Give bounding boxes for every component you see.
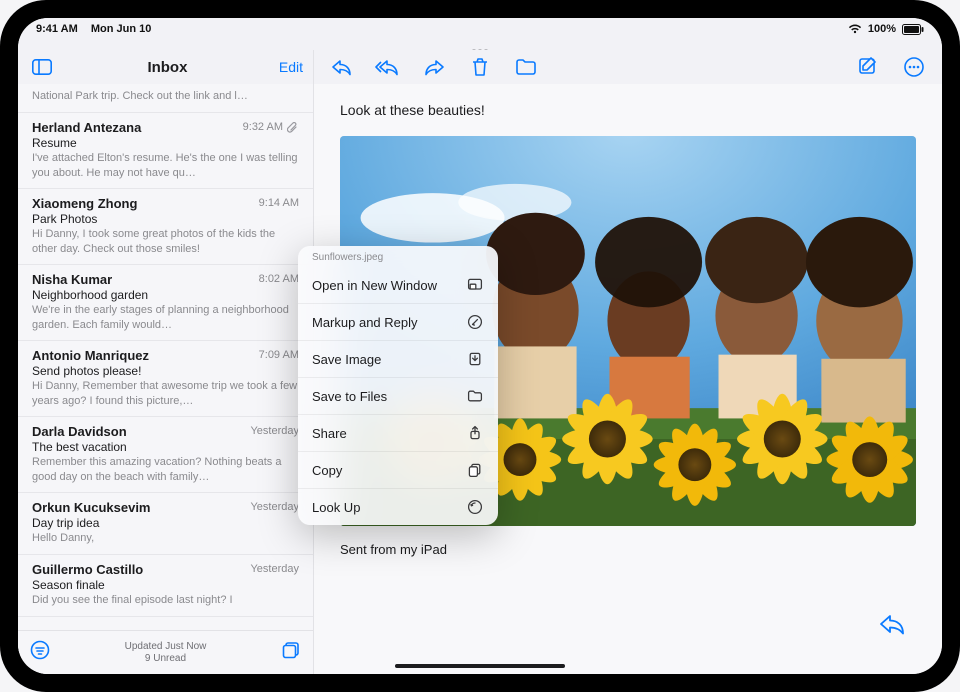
sidebar-toggle-button[interactable] xyxy=(28,53,56,81)
mail-time: Yesterday xyxy=(250,501,299,513)
mail-sender: Nisha Kumar xyxy=(32,272,112,287)
mail-item[interactable]: Xiaomeng Zhong 9:14 AM Park Photos Hi Da… xyxy=(18,189,313,265)
mail-subject: Resume xyxy=(32,136,299,150)
status-date: Mon Jun 10 xyxy=(91,23,152,35)
more-button[interactable] xyxy=(900,53,928,81)
wifi-icon xyxy=(848,24,862,34)
reply-all-button[interactable] xyxy=(374,53,402,81)
mail-time: 9:32 AM xyxy=(243,121,283,133)
lookup-icon xyxy=(466,498,484,516)
edit-button[interactable]: Edit xyxy=(279,59,303,75)
mail-item[interactable]: Antonio Manriquez 7:09 AM Send photos pl… xyxy=(18,341,313,417)
footer-unread: 9 Unread xyxy=(50,653,281,665)
mail-preview: Remember this amazing vacation? Nothing … xyxy=(32,455,299,484)
move-button[interactable] xyxy=(512,53,540,81)
compose-button[interactable] xyxy=(854,53,882,81)
mail-sender: Orkun Kucuksevim xyxy=(32,500,151,515)
sidebar-header: Inbox Edit xyxy=(18,50,313,84)
mail-preview: Did you see the final episode last night… xyxy=(32,593,299,608)
mail-preview: Hi Danny, I took some great photos of th… xyxy=(32,227,299,256)
context-menu-title: Sunflowers.jpeg xyxy=(298,246,498,267)
mail-list[interactable]: National Park trip. Check out the link a… xyxy=(18,84,313,630)
mail-preview: Hi Danny, Remember that awesome trip we … xyxy=(32,379,299,408)
mail-subject: Send photos please! xyxy=(32,364,299,378)
context-menu-item[interactable]: Save Image xyxy=(298,340,498,377)
context-menu-item[interactable]: Markup and Reply xyxy=(298,303,498,340)
reply-button[interactable] xyxy=(328,53,356,81)
mail-time: Yesterday xyxy=(250,425,299,437)
mail-snippet-top[interactable]: National Park trip. Check out the link a… xyxy=(18,84,313,113)
status-bar: 9:41 AM Mon Jun 10 100% xyxy=(18,18,942,40)
context-menu-item[interactable]: Save to Files xyxy=(298,377,498,414)
window-icon xyxy=(466,276,484,294)
multitasking-grabber[interactable] xyxy=(18,40,942,50)
battery-percent: 100% xyxy=(868,23,896,35)
mail-item[interactable]: Darla Davidson Yesterday The best vacati… xyxy=(18,417,313,493)
mail-subject: Park Photos xyxy=(32,212,299,226)
context-menu-label: Save Image xyxy=(312,352,381,367)
message-signature: Sent from my iPad xyxy=(340,542,916,557)
footer-updated: Updated Just Now xyxy=(50,641,281,653)
inbox-sidebar: Inbox Edit National Park trip. Check out… xyxy=(18,50,314,674)
mail-time: 9:14 AM xyxy=(259,197,299,209)
mail-item[interactable]: Nisha Kumar 8:02 AM Neighborhood garden … xyxy=(18,265,313,341)
sidebar-footer: Updated Just Now 9 Unread xyxy=(18,630,313,674)
mail-item[interactable]: Orkun Kucuksevim Yesterday Day trip idea… xyxy=(18,493,313,555)
copy-icon xyxy=(466,461,484,479)
screen: 9:41 AM Mon Jun 10 100% xyxy=(18,18,942,674)
message-toolbar xyxy=(314,50,942,84)
ipad-frame: 9:41 AM Mon Jun 10 100% xyxy=(0,0,960,692)
home-indicator[interactable] xyxy=(395,664,565,668)
context-menu-item[interactable]: Copy xyxy=(298,451,498,488)
compose-stack-button[interactable] xyxy=(281,640,301,665)
mail-preview: We're in the early stages of planning a … xyxy=(32,303,299,332)
context-menu-item[interactable]: Share xyxy=(298,414,498,451)
mail-subject: Day trip idea xyxy=(32,516,299,530)
mail-time: 8:02 AM xyxy=(259,273,299,285)
context-menu-item[interactable]: Look Up xyxy=(298,488,498,525)
mail-preview: Hello Danny, xyxy=(32,531,299,546)
forward-button[interactable] xyxy=(420,53,448,81)
mail-time: Yesterday xyxy=(250,563,299,575)
message-body: Look at these beauties! xyxy=(340,102,916,118)
context-menu-label: Open in New Window xyxy=(312,278,437,293)
context-menu-label: Copy xyxy=(312,463,342,478)
trash-button[interactable] xyxy=(466,53,494,81)
save-icon xyxy=(466,350,484,368)
mail-item[interactable]: Herland Antezana 9:32 AM Resume I've att… xyxy=(18,113,313,189)
context-menu-label: Save to Files xyxy=(312,389,387,404)
mail-item[interactable]: Guillermo Castillo Yesterday Season fina… xyxy=(18,555,313,617)
mail-sender: Herland Antezana xyxy=(32,120,141,135)
attachment-context-menu: Sunflowers.jpeg Open in New Window Markup… xyxy=(298,246,498,525)
mail-sender: Guillermo Castillo xyxy=(32,562,143,577)
context-menu-item[interactable]: Open in New Window xyxy=(298,267,498,303)
sidebar-title: Inbox xyxy=(56,59,279,76)
battery-icon xyxy=(902,24,924,35)
filter-button[interactable] xyxy=(30,640,50,665)
mail-subject: Neighborhood garden xyxy=(32,288,299,302)
context-menu-label: Markup and Reply xyxy=(312,315,418,330)
status-time: 9:41 AM xyxy=(36,23,78,35)
mail-preview: I've attached Elton's resume. He's the o… xyxy=(32,151,299,180)
context-menu-label: Share xyxy=(312,426,347,441)
mail-time: 7:09 AM xyxy=(259,349,299,361)
paperclip-icon xyxy=(287,121,299,133)
markup-icon xyxy=(466,313,484,331)
context-menu-label: Look Up xyxy=(312,500,360,515)
mail-sender: Darla Davidson xyxy=(32,424,127,439)
folder-icon xyxy=(466,387,484,405)
mail-subject: Season finale xyxy=(32,578,299,592)
mail-sender: Xiaomeng Zhong xyxy=(32,196,137,211)
mail-sender: Antonio Manriquez xyxy=(32,348,149,363)
share-icon xyxy=(466,424,484,442)
quick-reply-button[interactable] xyxy=(876,608,908,640)
mail-subject: The best vacation xyxy=(32,440,299,454)
